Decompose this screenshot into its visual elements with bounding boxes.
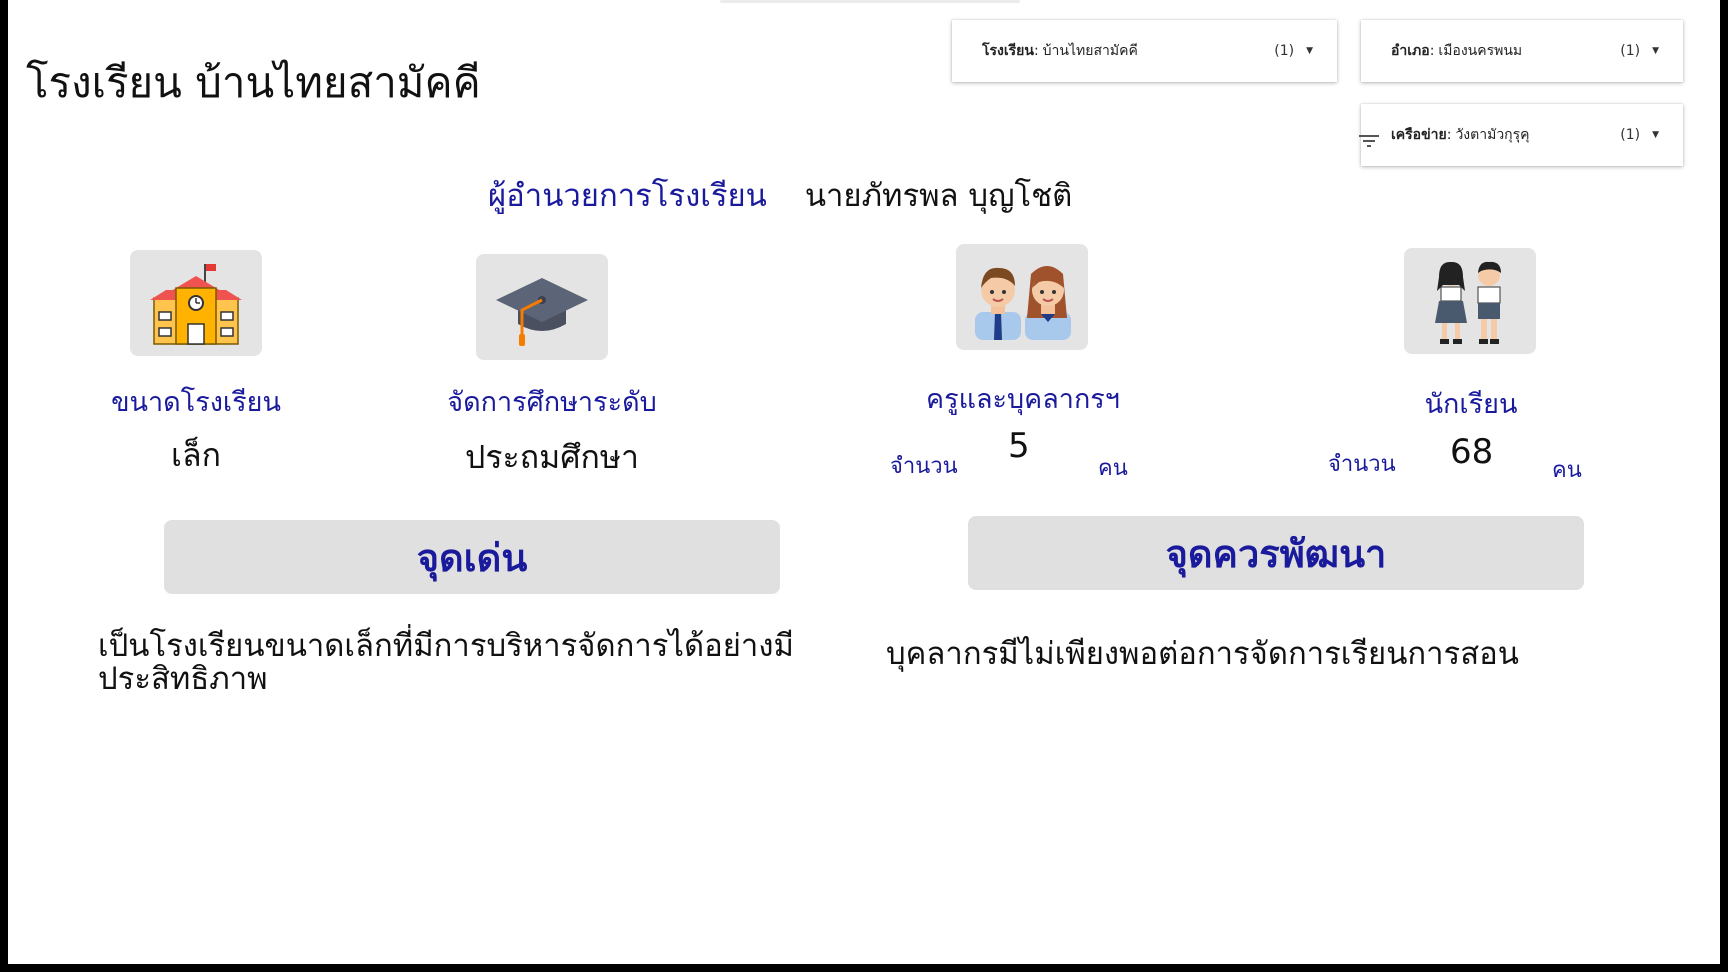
filter-key: เครือข่าย [1391,127,1447,143]
education-level-label: จัดการศึกษาระดับ [447,387,657,418]
school-size-value: เล็ก [171,436,221,474]
school-building-icon [130,250,262,356]
district-filter-dropdown[interactable]: อำเภอ: เมืองนครพนม (1) ▼ [1361,20,1683,82]
teachers-count-unit: คน [1098,456,1128,481]
teachers-count: 5 [1008,426,1030,466]
students-label: นักเรียน [1424,389,1518,420]
students-count: 68 [1450,432,1494,472]
teachers-label: ครูและบุคลากรฯ [926,384,1120,415]
director-name: นายภัทรพล บุญโชติ [804,178,1073,214]
strengths-heading: จุดเด่น [164,520,780,594]
filter-key: โรงเรียน [982,43,1034,59]
filter-count: (1) [1620,127,1641,143]
page-title: โรงเรียน บ้านไทยสามัคคี [26,58,481,107]
school-filter-dropdown[interactable]: โรงเรียน: บ้านไทยสามัคคี (1) ▼ [952,20,1337,82]
report-page: โรงเรียน บ้านไทยสามัคคี โรงเรียน: บ้านไท… [8,0,1720,964]
students-count-unit: คน [1552,458,1582,483]
teachers-count-prefix: จำนวน [890,454,958,479]
caret-down-icon: ▼ [1652,46,1659,56]
school-size-label: ขนาดโรงเรียน [111,387,281,418]
caret-down-icon: ▼ [1306,46,1313,56]
improvements-text: บุคลากรมีไม่เพียงพอต่อการจัดการเรียนการส… [886,636,1519,672]
teachers-icon [956,244,1088,350]
filter-count: (1) [1274,43,1295,59]
improvements-heading: จุดควรพัฒนา [968,516,1584,590]
students-count-prefix: จำนวน [1328,452,1396,477]
filter-value: บ้านไทยสามัคคี [1042,43,1138,59]
filter-value: เมืองนครพนม [1438,43,1523,59]
network-filter-dropdown[interactable]: เครือข่าย: วังตามัวกุรุคุ (1) ▼ [1361,104,1683,166]
top-scroll-indicator [720,0,1020,3]
caret-down-icon: ▼ [1652,130,1659,140]
filter-icon[interactable] [1358,132,1380,150]
filter-count: (1) [1620,43,1641,59]
director-label: ผู้อำนวยการโรงเรียน [488,178,767,214]
strengths-text: เป็นโรงเรียนขนาดเล็กที่มีการบริหารจัดการ… [98,628,794,697]
filter-key: อำเภอ [1391,43,1430,59]
students-icon [1404,248,1536,354]
education-level-value: ประถมศึกษา [465,438,639,476]
filter-value: วังตามัวกุรุคุ [1455,127,1530,143]
director-row: ผู้อำนวยการโรงเรียน นายภัทรพล บุญโชติ [488,170,1072,220]
graduation-cap-icon [476,254,608,360]
